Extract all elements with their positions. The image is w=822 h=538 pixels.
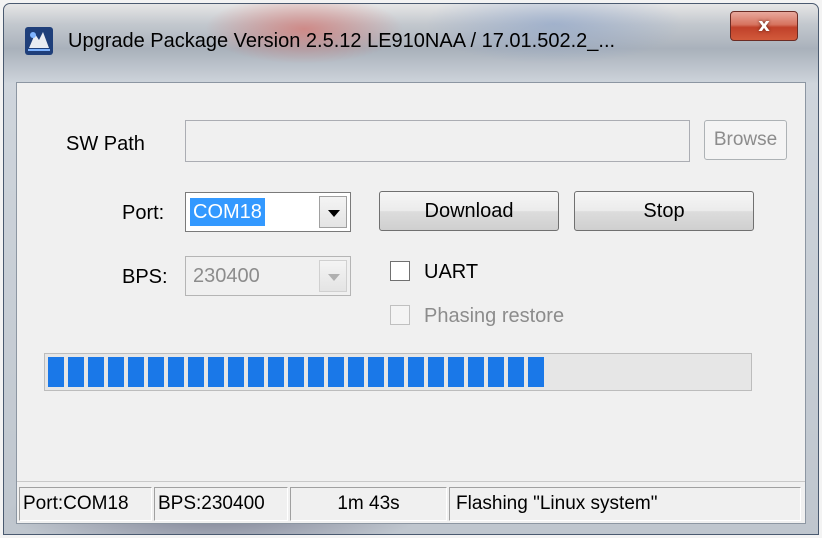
status-bar: Port:COM18 BPS:230400 1m 43s Flashing "L… <box>17 481 805 524</box>
progress-bar <box>44 353 752 391</box>
chevron-down-icon[interactable] <box>319 196 347 228</box>
bps-select-value: 230400 <box>193 265 260 287</box>
application-window: Upgrade Package Version 2.5.12 LE910NAA … <box>3 3 819 535</box>
status-elapsed-time: 1m 43s <box>290 487 447 521</box>
uart-checkbox[interactable] <box>390 261 410 281</box>
close-icon: x <box>758 15 770 36</box>
phasing-restore-checkbox[interactable] <box>390 305 410 325</box>
status-port: Port:COM18 <box>19 487 152 521</box>
port-select[interactable]: COM18 <box>185 192 351 232</box>
progress-fill <box>48 357 544 387</box>
bps-select[interactable]: 230400 <box>185 256 351 296</box>
port-select-value: COM18 <box>190 198 265 226</box>
status-bps: BPS:230400 <box>154 487 288 521</box>
bps-label: BPS: <box>122 266 168 288</box>
uart-label[interactable]: UART <box>424 261 478 284</box>
chevron-down-icon[interactable] <box>319 260 347 292</box>
sw-path-field[interactable] <box>185 120 690 162</box>
port-label: Port: <box>122 202 165 224</box>
sw-path-label: SW Path <box>66 133 145 155</box>
close-button[interactable]: x <box>730 11 798 41</box>
main-panel: SW Path Browse Port: COM18 Download Stop… <box>16 82 806 524</box>
browse-button[interactable]: Browse <box>704 120 787 160</box>
title-bar[interactable]: Upgrade Package Version 2.5.12 LE910NAA … <box>4 4 818 82</box>
status-message: Flashing "Linux system" <box>449 487 801 521</box>
window-title: Upgrade Package Version 2.5.12 LE910NAA … <box>68 30 616 52</box>
phasing-restore-label[interactable]: Phasing restore <box>424 305 564 328</box>
stop-button[interactable]: Stop <box>574 191 754 231</box>
app-icon <box>25 27 53 55</box>
download-button[interactable]: Download <box>379 191 559 231</box>
